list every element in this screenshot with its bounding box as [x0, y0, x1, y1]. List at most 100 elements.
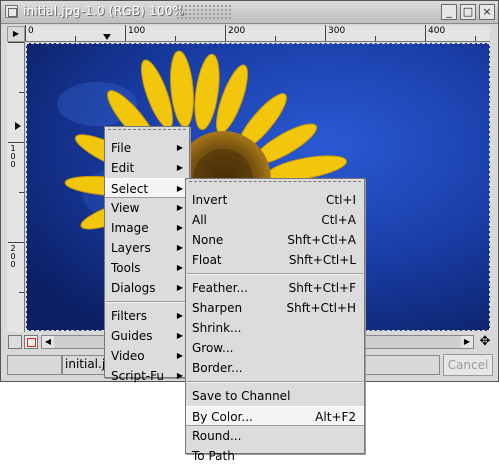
menu-item-label: View [111, 201, 140, 215]
submenu-arrow-icon: ▶ [176, 263, 183, 272]
pointer-position-marker [15, 122, 21, 130]
menu-item-label: Invert [192, 193, 228, 207]
ruler-tick [425, 25, 426, 41]
menu-item-shortcut: Alt+F2 [315, 410, 356, 424]
image-window-icon[interactable] [5, 5, 18, 18]
submenu-arrow-icon: ▶ [176, 331, 183, 340]
ruler-label: 2 0 0 [10, 244, 16, 269]
menu-item-label: Image [111, 221, 149, 235]
menu-item-edit[interactable]: Edit ▶ [105, 158, 189, 178]
pointer-position-marker [103, 34, 111, 40]
menu-item-layers[interactable]: Layers ▶ [105, 238, 189, 258]
menu-item-label: Grow... [192, 341, 234, 355]
title-bar[interactable]: initial.jpg-1.0 (RGB) 100% _ □ × [1, 1, 498, 24]
ruler-label: 100 [128, 26, 146, 36]
menu-item-script-fu[interactable]: Script-Fu ▶ [105, 366, 189, 386]
menu-separator [187, 381, 363, 383]
title-bar-grip [176, 4, 231, 20]
menu-item-shrink[interactable]: Shrink... [186, 318, 364, 338]
menu-item-label: Guides [111, 329, 153, 343]
tear-off-line[interactable] [189, 181, 361, 188]
window-title: initial.jpg-1.0 (RGB) 100% [23, 4, 185, 18]
menu-item-invert[interactable]: Invert Ctl+I [186, 190, 364, 210]
menu-item-video[interactable]: Video ▶ [105, 346, 189, 366]
maximize-icon[interactable]: □ [460, 4, 476, 20]
pointer-coordinates-field [7, 355, 62, 375]
menu-item-label: Sharpen [192, 301, 243, 315]
submenu-arrow-icon: ▶ [176, 163, 183, 172]
cancel-button[interactable]: Cancel [443, 354, 493, 376]
ruler-tick [275, 36, 276, 41]
vertical-ruler: 1 0 0 2 0 0 [7, 42, 25, 332]
scroll-left-icon[interactable]: ◀ [42, 336, 54, 348]
ruler-label: 300 [328, 26, 346, 36]
submenu-arrow-icon: ▶ [176, 243, 183, 252]
ruler-tick [175, 36, 176, 41]
ruler-tick [19, 292, 24, 293]
horizontal-ruler: 0 100 200 300 400 [25, 25, 490, 42]
menu-item-label: Tools [111, 261, 141, 275]
select-submenu: Invert Ctl+I All Ctl+A None Shft+Ctl+A Floa… [185, 178, 365, 463]
menu-item-save-to-channel[interactable]: Save to Channel [186, 386, 364, 406]
ruler-tick [19, 92, 24, 93]
menu-item-image[interactable]: Image ▶ [105, 218, 189, 238]
menu-item-label: File [111, 141, 132, 155]
minimize-icon[interactable]: _ [441, 4, 457, 20]
menu-item-grow[interactable]: Grow... [186, 338, 364, 358]
ruler-tick [8, 242, 24, 243]
submenu-arrow-icon: ▶ [176, 283, 183, 292]
submenu-arrow-icon: ▶ [176, 203, 183, 212]
menu-item-guides[interactable]: Guides ▶ [105, 326, 189, 346]
ruler-tick [475, 36, 476, 41]
menu-item-label: All [192, 213, 207, 227]
tear-off-line[interactable] [108, 129, 186, 136]
ruler-label: 200 [228, 26, 246, 36]
menu-item-file[interactable]: File ▶ [105, 138, 189, 158]
menu-item-shortcut: Shft+Ctl+F [288, 281, 356, 295]
quick-mask-on-button[interactable] [24, 335, 38, 349]
menu-item-tools[interactable]: Tools ▶ [105, 258, 189, 278]
submenu-arrow-icon: ▶ [176, 184, 183, 193]
menu-item-shortcut: Shft+Ctl+A [287, 233, 356, 247]
menu-item-shortcut: Ctl+A [321, 213, 356, 227]
menu-item-all[interactable]: All Ctl+A [186, 210, 364, 230]
menu-item-border[interactable]: Border... [186, 358, 364, 378]
menu-item-to-path[interactable]: To Path [186, 446, 364, 466]
menu-item-label: Feather... [192, 281, 248, 295]
menu-item-label: Layers [111, 241, 151, 255]
menu-item-shortcut: Shft+Ctl+H [286, 301, 357, 315]
menu-item-label: Video [111, 349, 145, 363]
menu-item-label: Script-Fu [111, 369, 164, 383]
menu-item-label: Save to Channel [192, 389, 291, 403]
ruler-tick [75, 36, 76, 41]
menu-item-float[interactable]: Float Shft+Ctl+L [186, 250, 364, 270]
menu-item-label: Round... [192, 429, 242, 443]
menu-item-label: Float [192, 253, 222, 267]
ruler-tick [325, 25, 326, 41]
ruler-menu-button[interactable]: ▶ [7, 26, 25, 42]
ruler-label: 0 [28, 26, 34, 36]
menu-item-view[interactable]: View ▶ [105, 198, 189, 218]
menu-item-none[interactable]: None Shft+Ctl+A [186, 230, 364, 250]
ruler-tick [19, 192, 24, 193]
menu-item-filters[interactable]: Filters ▶ [105, 306, 189, 326]
ruler-tick [225, 25, 226, 41]
scroll-right-icon[interactable]: ▶ [461, 336, 473, 348]
menu-item-by-color[interactable]: By Color... Alt+F2 [186, 406, 364, 426]
menu-item-feather[interactable]: Feather... Shft+Ctl+F [186, 278, 364, 298]
menu-item-label: Shrink... [192, 321, 242, 335]
quick-mask-off-button[interactable] [8, 335, 22, 349]
close-icon[interactable]: × [479, 4, 495, 20]
menu-item-label: Border... [192, 361, 243, 375]
menu-item-label: To Path [192, 449, 235, 463]
menu-item-sharpen[interactable]: Sharpen Shft+Ctl+H [186, 298, 364, 318]
menu-item-select[interactable]: Select ▶ [105, 178, 189, 198]
image-menu: File ▶ Edit ▶ Select ▶ View ▶ Image ▶ Layers ▶… [104, 126, 190, 383]
menu-item-dialogs[interactable]: Dialogs ▶ [105, 278, 189, 298]
menu-item-label: Select [111, 182, 149, 196]
submenu-arrow-icon: ▶ [176, 143, 183, 152]
menu-item-label: Edit [111, 161, 135, 175]
navigate-icon[interactable]: ✥ [477, 335, 493, 349]
ruler-tick [8, 142, 24, 143]
menu-item-round[interactable]: Round... [186, 426, 364, 446]
